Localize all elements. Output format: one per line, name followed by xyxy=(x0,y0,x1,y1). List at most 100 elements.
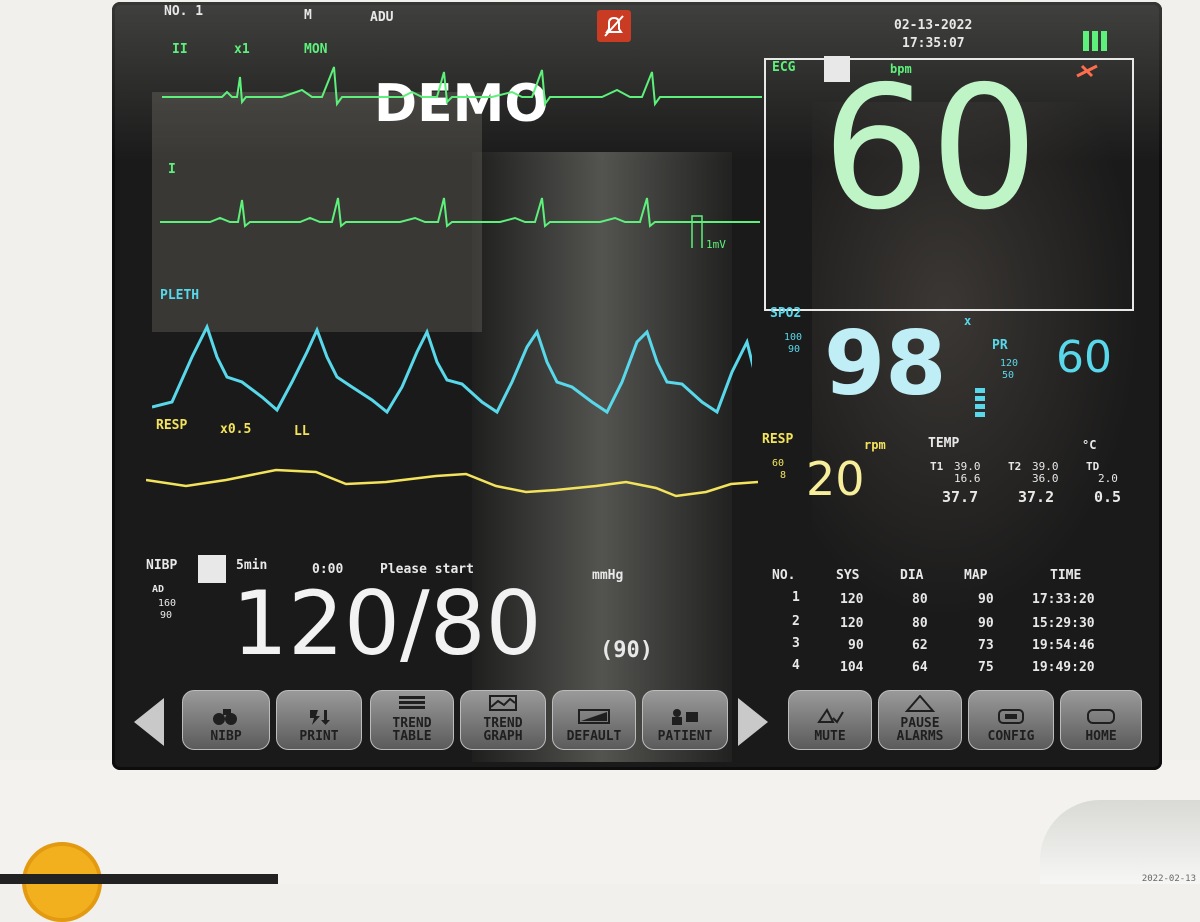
table-cell: 90 xyxy=(978,616,994,631)
ecg-scale-label: 1mV xyxy=(706,238,726,251)
nibp-list-header-no: NO. xyxy=(772,568,796,583)
nibp-list-header-time: TIME xyxy=(1050,568,1082,583)
td-value: 0.5 xyxy=(1094,488,1122,506)
table-cell: 19:49:20 xyxy=(1032,660,1095,675)
patient-type: ADU xyxy=(370,10,394,25)
nibp-interval: 5min xyxy=(236,558,268,573)
table-cell: 2 xyxy=(792,614,800,629)
bottom-strip xyxy=(0,874,278,884)
home-icon xyxy=(1087,709,1115,724)
t2-alarm-low: 36.0 xyxy=(1032,472,1059,485)
spo2-value: 98 xyxy=(824,312,947,415)
page-left-button[interactable] xyxy=(134,698,164,746)
table-cell: 73 xyxy=(978,638,994,653)
monitor-screen: NO. 1 M ADU 02-13-2022 17:35:07 II x1 MO… xyxy=(112,2,1162,770)
nibp-list-header-dia: DIA xyxy=(900,568,924,583)
pleth-label: PLETH xyxy=(160,288,200,303)
t2-value: 37.2 xyxy=(1018,488,1055,506)
nibp-alarm-high: 160 xyxy=(158,598,177,609)
ecg-param-label: ECG xyxy=(772,60,796,75)
spo2-x-marker: x xyxy=(964,314,972,328)
resp-label: RESP xyxy=(762,432,794,447)
nibp-map: (90) xyxy=(600,638,653,663)
nibp-button[interactable]: NIBP xyxy=(182,690,270,750)
ecg-gain: x1 xyxy=(234,42,250,57)
pleth-wave xyxy=(152,323,752,415)
trend-table-button[interactable]: TREND TABLE xyxy=(370,690,454,750)
spo2-alarm-low: 90 xyxy=(788,344,801,355)
ecg-lead-label-2: I xyxy=(168,162,176,177)
time-display: 17:35:07 xyxy=(902,36,965,51)
nibp-status-indicator xyxy=(198,555,226,583)
t1-label: T1 xyxy=(930,460,944,473)
print-button[interactable]: PRINT xyxy=(276,690,362,750)
spo2-label: SPO2 xyxy=(770,306,802,321)
alarm-on-icon xyxy=(1074,62,1100,84)
table-cell: 80 xyxy=(912,592,928,607)
bed-label: NO. 1 xyxy=(164,4,204,19)
mute-button[interactable]: MUTE xyxy=(788,690,872,750)
patient-button[interactable]: PATIENT xyxy=(642,690,728,750)
table-cell: 64 xyxy=(912,660,928,675)
default-icon xyxy=(578,709,610,724)
mute-button-label: MUTE xyxy=(814,729,846,744)
table-cell: 62 xyxy=(912,638,928,653)
bell-mute-icon[interactable] xyxy=(597,10,631,42)
home-button-label: HOME xyxy=(1085,729,1117,744)
trend-graph-button[interactable]: TREND GRAPH xyxy=(460,690,546,750)
table-cell: 120 xyxy=(840,616,864,631)
table-cell: 80 xyxy=(912,616,928,631)
patient-icon xyxy=(672,709,698,725)
config-button-label: CONFIG xyxy=(987,729,1035,744)
resp-lead: LL xyxy=(294,424,310,439)
device-stamp: 2022-02-13 xyxy=(1141,874,1196,884)
t1-alarm-low: 16.6 xyxy=(954,472,981,485)
table-cell: 75 xyxy=(978,660,994,675)
monitor-knob xyxy=(1040,800,1200,884)
table-cell: 1 xyxy=(792,590,800,605)
resp-alarm-high: 60 xyxy=(772,458,785,469)
t1-value: 37.7 xyxy=(942,488,979,506)
table-cell: 104 xyxy=(840,660,864,675)
monitor-bezel xyxy=(0,760,1200,884)
table-cell: 90 xyxy=(848,638,864,653)
table-cell: 15:29:30 xyxy=(1032,616,1095,631)
resp-wave xyxy=(146,468,758,498)
date-display: 02-13-2022 xyxy=(894,18,973,33)
hr-value: 60 xyxy=(822,50,1039,248)
t2-label: T2 xyxy=(1008,460,1022,473)
trend-table-icon xyxy=(399,696,425,709)
home-button[interactable]: HOME xyxy=(1060,690,1142,750)
pause-alarms-button[interactable]: PAUSE ALARMS xyxy=(878,690,962,750)
pause-label-2: ALARMS xyxy=(896,729,944,744)
config-button[interactable]: CONFIG xyxy=(968,690,1054,750)
page-right-button[interactable] xyxy=(738,698,768,746)
nibp-unit: mmHg xyxy=(592,568,624,583)
td-alarm-limit: 2.0 xyxy=(1098,472,1118,485)
config-icon xyxy=(998,709,1024,724)
resp-wave-label: RESP xyxy=(156,418,188,433)
nibp-alarm-low: 90 xyxy=(160,610,173,621)
table-cell: 3 xyxy=(792,636,800,651)
table-cell: 120 xyxy=(840,592,864,607)
table-cell: 19:54:46 xyxy=(1032,638,1095,653)
nibp-value: 120/80 xyxy=(232,572,542,675)
patient-flag: M xyxy=(304,8,312,23)
resp-value: 20 xyxy=(806,452,865,506)
nibp-list-header-sys: SYS xyxy=(836,568,860,583)
pr-alarm-low: 50 xyxy=(1002,370,1015,381)
default-button-label: DEFAULT xyxy=(566,729,622,744)
battery-icon xyxy=(1082,30,1112,56)
pr-label: PR xyxy=(992,338,1008,353)
print-icon xyxy=(310,710,330,725)
resp-alarm-low: 8 xyxy=(780,470,787,481)
temp-label: TEMP xyxy=(928,436,960,451)
spo2-alarm-high: 100 xyxy=(784,332,803,343)
default-button[interactable]: DEFAULT xyxy=(552,690,636,750)
table-cell: 90 xyxy=(978,592,994,607)
ecg-wave-1 xyxy=(162,66,762,107)
nibp-mode: AD xyxy=(152,584,165,595)
patient-button-label: PATIENT xyxy=(657,729,713,744)
table-cell: 17:33:20 xyxy=(1032,592,1095,607)
print-button-label: PRINT xyxy=(299,729,339,744)
